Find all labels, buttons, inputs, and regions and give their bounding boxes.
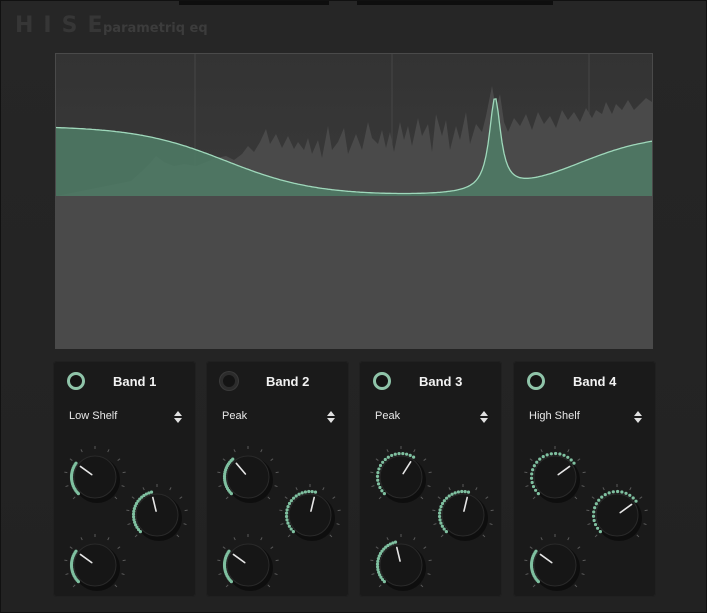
band-4-type-select[interactable]: High Shelf bbox=[529, 409, 643, 425]
band-3-frequency-knob[interactable] bbox=[370, 446, 432, 507]
band-4-frequency-knob[interactable] bbox=[524, 446, 586, 507]
band-1-q-knob[interactable] bbox=[126, 484, 188, 545]
updown-arrows-icon bbox=[479, 409, 489, 425]
band-2-title: Band 2 bbox=[266, 374, 310, 389]
band-1-frequency-knob[interactable] bbox=[64, 446, 126, 507]
band-4-title: Band 4 bbox=[573, 374, 617, 389]
band-3-panel: Band 3 Peak bbox=[359, 361, 502, 597]
hise-logo: HISE bbox=[15, 13, 113, 38]
band-3-q-knob[interactable] bbox=[432, 484, 494, 545]
band-4-type-label: High Shelf bbox=[529, 410, 580, 422]
spectrum-analyzer bbox=[56, 86, 652, 348]
band-2-q-knob[interactable] bbox=[279, 484, 341, 545]
updown-arrows-icon bbox=[326, 409, 336, 425]
band-2-frequency-knob[interactable] bbox=[217, 446, 279, 507]
eq-graph[interactable] bbox=[56, 54, 652, 348]
band-4-q-knob[interactable] bbox=[586, 484, 648, 545]
band-1-gain-knob[interactable] bbox=[64, 534, 126, 595]
band-1-title: Band 1 bbox=[113, 374, 157, 389]
top-edge-bar bbox=[179, 1, 329, 5]
band-4-panel: Band 4 High Shelf bbox=[513, 361, 656, 597]
band-2-type-select[interactable]: Peak bbox=[222, 409, 336, 425]
band-1-panel: Band 1 Low Shelf bbox=[53, 361, 196, 597]
band-4-power-button[interactable] bbox=[527, 372, 545, 390]
band-4-gain-knob[interactable] bbox=[524, 534, 586, 595]
band-3-power-button[interactable] bbox=[373, 372, 391, 390]
eq-curve-display[interactable] bbox=[55, 53, 653, 349]
updown-arrows-icon bbox=[173, 409, 183, 425]
band-1-type-select[interactable]: Low Shelf bbox=[69, 409, 183, 425]
band-2-power-button[interactable] bbox=[220, 372, 238, 390]
band-3-type-label: Peak bbox=[375, 410, 401, 422]
band-3-gain-knob[interactable] bbox=[370, 534, 432, 595]
updown-arrows-icon bbox=[633, 409, 643, 425]
band-3-type-select[interactable]: Peak bbox=[375, 409, 489, 425]
eq-plugin-window: HISE parametriq eq Band 1 Low Shelf Band… bbox=[0, 0, 707, 613]
band-2-panel: Band 2 Peak bbox=[206, 361, 349, 597]
band-2-type-label: Peak bbox=[222, 410, 248, 422]
band-1-type-label: Low Shelf bbox=[69, 410, 118, 422]
top-edge-bar bbox=[357, 1, 553, 5]
band-2-gain-knob[interactable] bbox=[217, 534, 279, 595]
band-1-power-button[interactable] bbox=[67, 372, 85, 390]
plugin-subtitle: parametriq eq bbox=[103, 21, 208, 36]
band-3-title: Band 3 bbox=[419, 374, 463, 389]
